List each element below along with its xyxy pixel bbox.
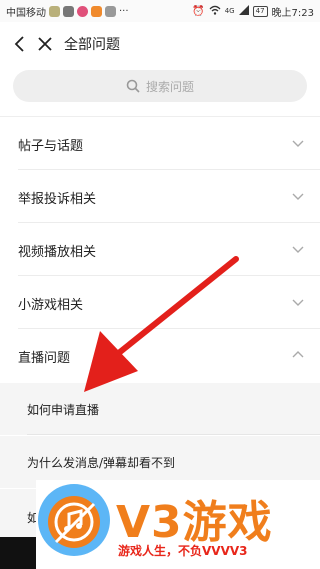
search-placeholder: 搜索问题 [145,79,194,94]
brand-text: V3游戏 [116,497,273,548]
app-icon [77,5,88,17]
category-label: 举报投诉相关 [18,191,97,207]
close-icon [38,37,52,51]
row-divider [27,434,320,435]
video-icon [91,5,102,17]
slogan-text: 游戏人生，不负VVVV3 [118,544,248,558]
divider [0,116,320,117]
message-icon [49,5,60,17]
wifi-icon [209,5,221,18]
category-label: 视频播放相关 [18,244,97,260]
chevron-down-icon [292,299,304,306]
row-divider [18,275,320,276]
page-title: 全部问题 [64,37,120,53]
more-icon: ··· [119,5,129,17]
category-row-report[interactable]: 举报投诉相关 [0,171,320,223]
v3-logo-icon [38,484,110,556]
status-bar: 中国移动 ··· ⏰ 4G 47 晚上7:23 [0,0,320,22]
chevron-up-icon [292,351,304,358]
category-row-minigame[interactable]: 小游戏相关 [0,277,320,329]
category-label: 小游戏相关 [18,297,84,313]
battery-icon: 47 [252,5,268,17]
battery-level: 47 [255,6,265,15]
carrier-text: 中国移动 [6,7,46,19]
notification-icon [105,5,116,17]
chevron-down-icon [292,140,304,147]
category-label: 直播问题 [18,350,71,366]
close-button[interactable] [32,22,58,66]
row-divider [18,328,320,329]
row-divider [18,222,320,223]
back-button[interactable] [6,22,32,66]
black-corner [0,537,36,569]
category-row-live[interactable]: 直播问题 [0,330,320,382]
subitem-label: 如何申请直播 [27,402,100,417]
chevron-down-icon [292,193,304,200]
search-icon [126,79,140,93]
clock: 晚上7:23 [271,7,314,19]
chevron-down-icon [292,246,304,253]
app-header: 全部问题 [0,22,320,66]
category-row-video[interactable]: 视频播放相关 [0,224,320,276]
subitem-label: 为什么发消息/弹幕却看不到 [27,455,176,470]
watermark: V3游戏 游戏人生，不负VVVV3 [36,480,320,569]
category-row-posts[interactable]: 帖子与话题 [0,118,320,170]
chevron-left-icon [14,36,24,52]
category-label: 帖子与话题 [18,138,84,154]
alarm-icon: ⏰ [192,5,205,17]
signal-icon [238,4,249,18]
chat-icon [63,5,74,17]
search-input[interactable]: 搜索问题 [13,70,307,102]
signal-text: 4G [224,7,235,15]
subitem-apply-live[interactable]: 如何申请直播 [0,383,320,435]
row-divider [18,169,320,170]
